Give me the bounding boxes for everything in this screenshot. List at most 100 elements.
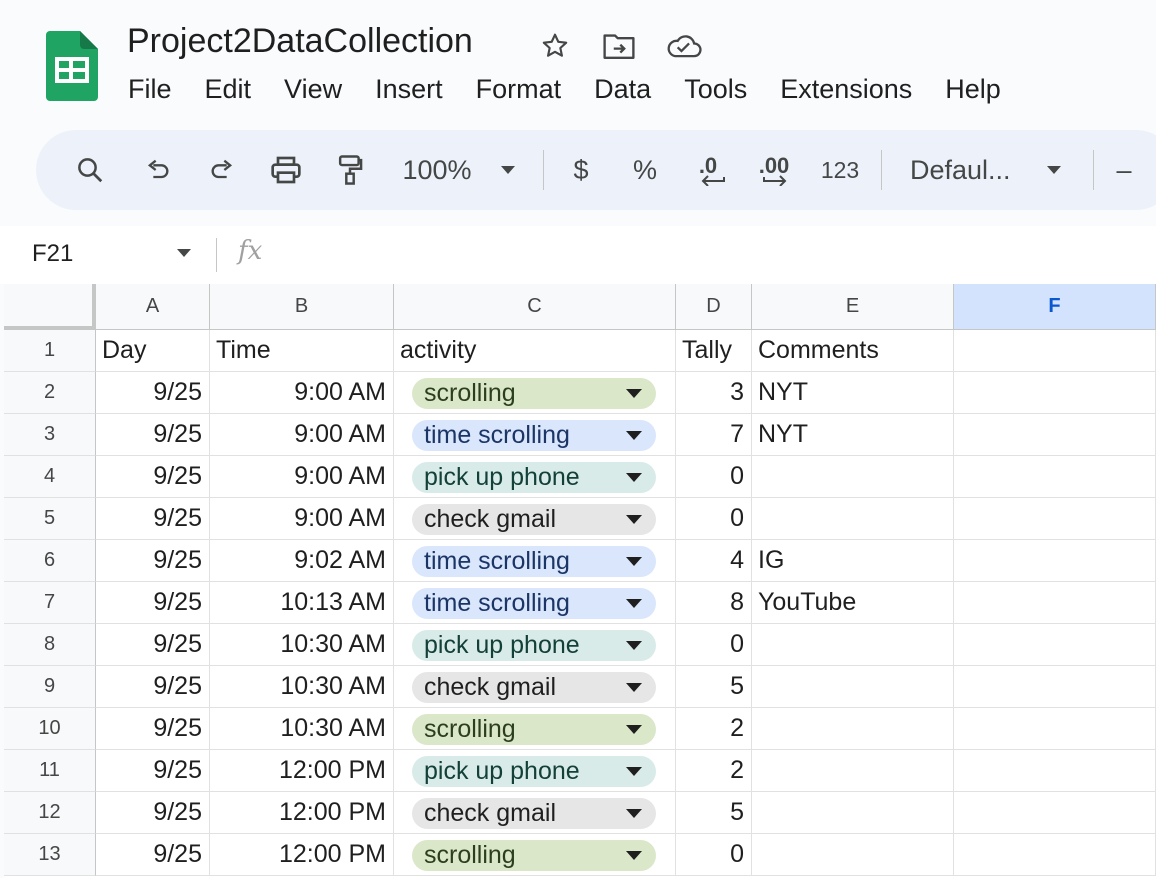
cell-f[interactable] <box>954 624 1156 666</box>
cell-day[interactable]: 9/25 <box>96 456 210 498</box>
column-header-d[interactable]: D <box>676 284 752 330</box>
cell-f[interactable] <box>954 666 1156 708</box>
cell-activity[interactable]: pick up phone <box>394 750 676 792</box>
cell-comments[interactable]: YouTube <box>752 582 954 624</box>
cell-comments[interactable] <box>752 792 954 834</box>
percent-format-button[interactable]: % <box>628 130 662 210</box>
cell-activity[interactable]: pick up phone <box>394 456 676 498</box>
cell-f[interactable] <box>954 330 1156 372</box>
row-header[interactable]: 12 <box>4 792 96 834</box>
cell-activity[interactable]: scrolling <box>394 372 676 414</box>
cell-f[interactable] <box>954 414 1156 456</box>
cell-comments[interactable] <box>752 624 954 666</box>
cell-tally[interactable]: 0 <box>676 624 752 666</box>
star-icon[interactable] <box>537 28 573 64</box>
row-header[interactable]: 4 <box>4 456 96 498</box>
cell-activity[interactable]: time scrolling <box>394 414 676 456</box>
cell-time[interactable]: 12:00 PM <box>210 750 394 792</box>
select-all-corner[interactable] <box>4 284 96 330</box>
cell-f[interactable] <box>954 750 1156 792</box>
document-title[interactable]: Project2DataCollection <box>127 22 473 61</box>
cell-activity[interactable]: check gmail <box>394 792 676 834</box>
zoom-select[interactable]: 100% <box>396 130 478 210</box>
name-box[interactable]: F21 <box>32 240 73 268</box>
cell-time[interactable]: 9:00 AM <box>210 456 394 498</box>
cell-f[interactable] <box>954 540 1156 582</box>
activity-dropdown-chip[interactable]: time scrolling <box>412 588 656 619</box>
print-icon[interactable] <box>266 130 306 210</box>
column-header-e[interactable]: E <box>752 284 954 330</box>
cell-tally[interactable]: 7 <box>676 414 752 456</box>
cell-day[interactable]: 9/25 <box>96 834 210 876</box>
cell-activity[interactable]: activity <box>394 330 676 372</box>
activity-dropdown-chip[interactable]: time scrolling <box>412 546 656 577</box>
cell-time[interactable]: 10:30 AM <box>210 708 394 750</box>
menu-view[interactable]: View <box>284 74 342 105</box>
cell-time[interactable]: 10:30 AM <box>210 666 394 708</box>
cell-f[interactable] <box>954 372 1156 414</box>
row-header[interactable]: 10 <box>4 708 96 750</box>
paint-format-icon[interactable] <box>330 130 370 210</box>
menu-help[interactable]: Help <box>945 74 1001 105</box>
row-header[interactable]: 6 <box>4 540 96 582</box>
cell-tally[interactable]: 5 <box>676 666 752 708</box>
cell-tally[interactable]: 3 <box>676 372 752 414</box>
cell-time[interactable]: 12:00 PM <box>210 792 394 834</box>
cell-f[interactable] <box>954 708 1156 750</box>
cell-day[interactable]: 9/25 <box>96 750 210 792</box>
menu-format[interactable]: Format <box>476 74 562 105</box>
cell-tally[interactable]: Tally <box>676 330 752 372</box>
dropdown-arrow-icon[interactable] <box>626 851 642 860</box>
cell-time[interactable]: 9:00 AM <box>210 372 394 414</box>
dropdown-arrow-icon[interactable] <box>626 599 642 608</box>
activity-dropdown-chip[interactable]: pick up phone <box>412 630 656 661</box>
dropdown-arrow-icon[interactable] <box>626 557 642 566</box>
cell-time[interactable]: Time <box>210 330 394 372</box>
cell-activity[interactable]: time scrolling <box>394 540 676 582</box>
zoom-dropdown-icon[interactable] <box>496 130 520 210</box>
cell-day[interactable]: 9/25 <box>96 582 210 624</box>
decrease-decimal-button[interactable]: .0 <box>686 130 730 210</box>
dropdown-arrow-icon[interactable] <box>626 809 642 818</box>
cloud-saved-icon[interactable] <box>664 28 704 64</box>
menu-edit[interactable]: Edit <box>205 74 252 105</box>
cell-comments[interactable] <box>752 708 954 750</box>
cell-time[interactable]: 9:02 AM <box>210 540 394 582</box>
decrease-font-size-button[interactable]: – <box>1112 130 1136 210</box>
cell-tally[interactable]: 2 <box>676 708 752 750</box>
cell-time[interactable]: 10:13 AM <box>210 582 394 624</box>
cell-activity[interactable]: time scrolling <box>394 582 676 624</box>
dropdown-arrow-icon[interactable] <box>626 431 642 440</box>
dropdown-arrow-icon[interactable] <box>626 725 642 734</box>
cell-comments[interactable]: IG <box>752 540 954 582</box>
cell-time[interactable]: 10:30 AM <box>210 624 394 666</box>
cell-time[interactable]: 9:00 AM <box>210 414 394 456</box>
cell-tally[interactable]: 0 <box>676 456 752 498</box>
cell-f[interactable] <box>954 498 1156 540</box>
menu-extensions[interactable]: Extensions <box>780 74 912 105</box>
activity-dropdown-chip[interactable]: scrolling <box>412 840 656 871</box>
cell-day[interactable]: 9/25 <box>96 624 210 666</box>
column-header-a[interactable]: A <box>96 284 210 330</box>
cell-tally[interactable]: 2 <box>676 750 752 792</box>
activity-dropdown-chip[interactable]: pick up phone <box>412 462 656 493</box>
cell-comments[interactable] <box>752 834 954 876</box>
cell-day[interactable]: 9/25 <box>96 540 210 582</box>
row-header[interactable]: 7 <box>4 582 96 624</box>
cell-tally[interactable]: 0 <box>676 498 752 540</box>
cell-activity[interactable]: pick up phone <box>394 624 676 666</box>
cell-time[interactable]: 12:00 PM <box>210 834 394 876</box>
cell-comments[interactable]: NYT <box>752 414 954 456</box>
cell-comments[interactable] <box>752 666 954 708</box>
cell-day[interactable]: 9/25 <box>96 792 210 834</box>
undo-icon[interactable] <box>138 130 178 210</box>
cell-f[interactable] <box>954 456 1156 498</box>
cell-day[interactable]: 9/25 <box>96 708 210 750</box>
redo-icon[interactable] <box>202 130 242 210</box>
cell-activity[interactable]: check gmail <box>394 498 676 540</box>
dropdown-arrow-icon[interactable] <box>626 641 642 650</box>
activity-dropdown-chip[interactable]: check gmail <box>412 504 656 535</box>
cell-comments[interactable]: Comments <box>752 330 954 372</box>
cell-f[interactable] <box>954 792 1156 834</box>
menu-data[interactable]: Data <box>594 74 651 105</box>
